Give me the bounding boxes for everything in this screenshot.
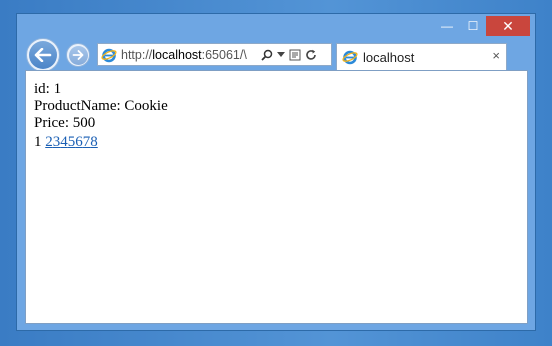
pager-current-page: 1 bbox=[34, 134, 42, 150]
product-id: id: 1 bbox=[34, 81, 62, 97]
product-price: Price: 500 bbox=[34, 115, 96, 131]
tab-localhost[interactable]: localhost × bbox=[336, 43, 507, 70]
url-scheme: http:// bbox=[121, 47, 153, 62]
close-icon: ✕ bbox=[502, 18, 514, 34]
dropdown-icon[interactable] bbox=[277, 51, 285, 58]
pager-link-8[interactable]: 8 bbox=[90, 134, 98, 150]
refresh-icon[interactable] bbox=[305, 49, 317, 61]
back-button[interactable] bbox=[26, 38, 60, 72]
maximize-button[interactable]: ☐ bbox=[460, 16, 486, 36]
forward-button[interactable] bbox=[66, 43, 90, 67]
minimize-button[interactable]: — bbox=[434, 16, 460, 36]
minimize-icon: — bbox=[441, 19, 453, 33]
browser-window: — ☐ ✕ http://localhost:65061/\ localhost… bbox=[16, 13, 536, 331]
maximize-icon: ☐ bbox=[467, 19, 479, 33]
pager-link-4[interactable]: 4 bbox=[60, 134, 68, 150]
address-tools bbox=[261, 49, 317, 61]
back-arrow-icon bbox=[29, 41, 57, 69]
address-url[interactable]: http://localhost:65061/\ bbox=[121, 48, 257, 62]
pager-link-2[interactable]: 2 bbox=[45, 134, 53, 150]
compatibility-icon[interactable] bbox=[289, 49, 301, 61]
url-rest: :65061/\ bbox=[201, 47, 247, 62]
close-window-button[interactable]: ✕ bbox=[486, 16, 530, 36]
pager-link-6[interactable]: 6 bbox=[75, 134, 83, 150]
ie-icon bbox=[101, 48, 117, 62]
search-icon[interactable] bbox=[261, 49, 273, 61]
url-host: localhost bbox=[152, 47, 202, 62]
address-bar[interactable]: http://localhost:65061/\ bbox=[97, 43, 332, 66]
pager: 1 2345678 bbox=[34, 134, 519, 151]
forward-arrow-icon bbox=[68, 45, 88, 65]
ie-icon bbox=[342, 50, 358, 65]
close-tab-icon[interactable]: × bbox=[492, 48, 500, 63]
tab-title: localhost bbox=[363, 49, 415, 65]
page-content: id: 1 ProductName: Cookie Price: 500 1 2… bbox=[25, 70, 528, 324]
product-name: ProductName: Cookie bbox=[34, 98, 168, 114]
